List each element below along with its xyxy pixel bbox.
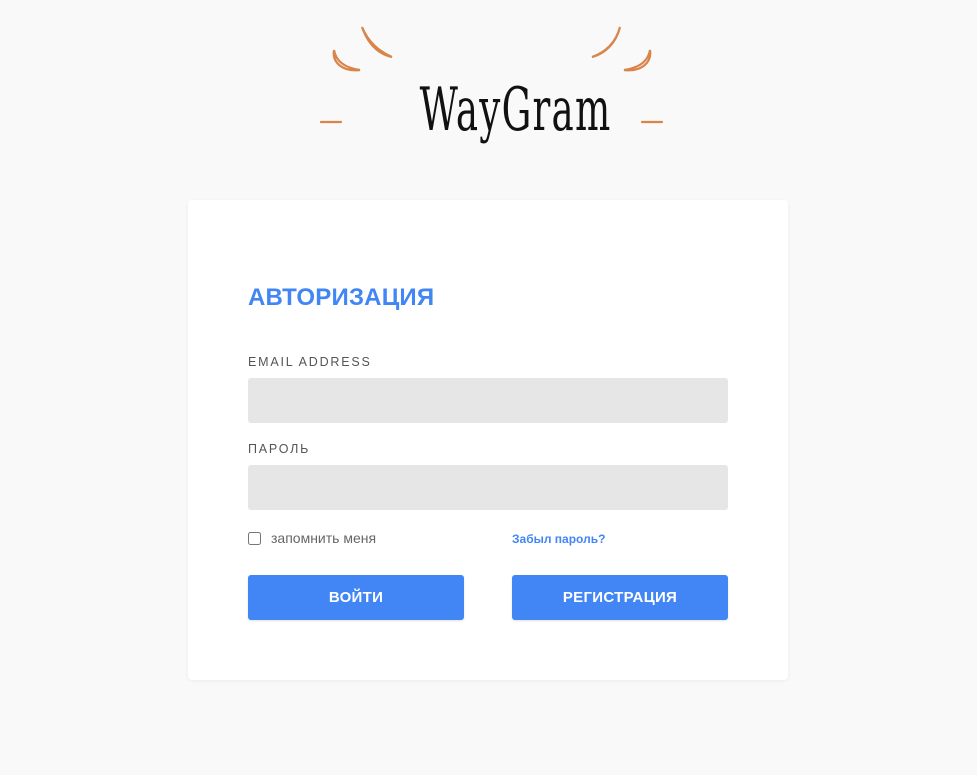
register-button[interactable]: РЕГИСТРАЦИЯ xyxy=(512,575,728,620)
remember-me: запомнить меня xyxy=(248,530,376,546)
forgot-password-link[interactable]: Забыл пароль? xyxy=(512,532,605,546)
remember-me-checkbox[interactable] xyxy=(248,531,261,545)
login-button[interactable]: ВОЙТИ xyxy=(248,575,464,620)
waygram-logo: WayGram xyxy=(320,22,665,162)
email-label: EMAIL ADDRESS xyxy=(248,355,372,369)
login-title: АВТОРИЗАЦИЯ xyxy=(248,284,435,311)
password-label: ПАРОЛЬ xyxy=(248,442,311,456)
email-field[interactable] xyxy=(248,378,728,423)
password-field[interactable] xyxy=(248,465,728,510)
login-card: АВТОРИЗАЦИЯ EMAIL ADDRESS ПАРОЛЬ запомни… xyxy=(188,200,788,680)
remember-me-label[interactable]: запомнить меня xyxy=(271,530,376,546)
login-page: WayGram АВТОРИЗАЦИЯ EMAIL ADDRESS ПАРОЛЬ… xyxy=(0,0,977,775)
logo-text: WayGram xyxy=(419,75,612,145)
